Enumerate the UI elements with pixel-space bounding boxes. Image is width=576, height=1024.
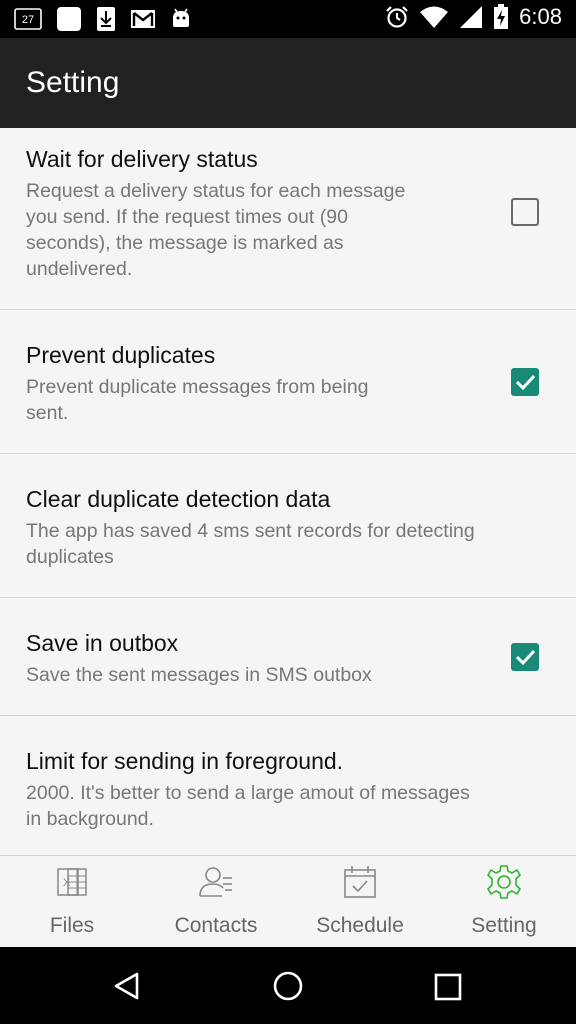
pref-prevent-duplicates[interactable]: Prevent duplicates Prevent duplicate mes… <box>0 310 576 454</box>
home-icon[interactable] <box>272 970 304 1002</box>
nav-label-files: Files <box>49 914 95 937</box>
recents-icon[interactable] <box>434 973 462 1001</box>
pref-summary: Request a delivery status for each messa… <box>26 178 405 282</box>
summary-line: Save the sent messages in SMS outbox <box>26 664 372 686</box>
status-time: 6:08 <box>519 4 562 29</box>
svg-text:X: X <box>63 877 71 889</box>
notification-count-icon: 27 <box>14 8 42 30</box>
page-title: Setting <box>26 66 120 99</box>
summary-line: Prevent duplicate messages from being <box>26 376 369 398</box>
summary-line: duplicates <box>26 546 114 568</box>
pref-wait-delivery-status[interactable]: Wait for delivery status Request a deliv… <box>0 128 576 310</box>
save-outbox-checkbox[interactable] <box>511 643 539 671</box>
prevent-duplicates-checkbox[interactable] <box>511 368 539 396</box>
summary-line: undelivered. <box>26 258 133 280</box>
pref-save-in-outbox[interactable]: Save in outbox Save the sent messages in… <box>0 598 576 716</box>
pref-title: Wait for delivery status <box>26 146 258 172</box>
summary-line: you send. If the request times out (90 <box>26 206 348 228</box>
nav-label-schedule: Schedule <box>316 914 404 937</box>
nav-item-files[interactable]: X Files <box>0 856 144 948</box>
summary-line: 2000. It's better to send a large amout … <box>26 782 470 804</box>
summary-line: Request a delivery status for each messa… <box>26 180 406 202</box>
pref-title: Save in outbox <box>26 630 179 656</box>
contacts-icon <box>199 867 232 897</box>
alarm-icon <box>385 5 409 29</box>
checkmark-icon <box>515 649 536 666</box>
nav-label-contacts: Contacts <box>174 914 258 937</box>
notification-count: 27 <box>22 14 34 26</box>
calendar-check-icon <box>344 866 376 898</box>
status-bar: 27 6:08 <box>0 0 576 38</box>
android-icon <box>170 8 192 30</box>
summary-line: in background. <box>26 808 154 830</box>
gear-icon <box>487 865 521 899</box>
battery-charging-icon <box>493 4 509 30</box>
gmail-icon <box>130 9 156 29</box>
app-bar: Setting <box>0 38 576 128</box>
checkmark-icon <box>515 374 536 391</box>
pref-summary: The app has saved 4 sms sent records for… <box>26 518 475 570</box>
settings-list: Wait for delivery status Request a deliv… <box>0 128 576 855</box>
summary-line: seconds), the message is marked as <box>26 232 344 254</box>
summary-line: The app has saved 4 sms sent records for… <box>26 520 475 542</box>
pref-summary: Save the sent messages in SMS outbox <box>26 662 372 688</box>
square-notification-icon <box>56 6 82 32</box>
system-nav-bar <box>0 947 576 1024</box>
pref-clear-duplicate-data[interactable]: Clear duplicate detection data The app h… <box>0 454 576 598</box>
nav-item-contacts[interactable]: Contacts <box>144 856 288 948</box>
pref-summary: 2000. It's better to send a large amout … <box>26 780 470 832</box>
bottom-nav: X Files Contacts Schedule Setting <box>0 855 576 947</box>
nav-label-setting: Setting <box>471 914 537 937</box>
wait-delivery-checkbox[interactable] <box>511 198 539 226</box>
download-icon <box>96 6 116 32</box>
excel-file-icon: X <box>57 868 87 896</box>
nav-item-setting[interactable]: Setting <box>432 856 576 948</box>
pref-title: Limit for sending in foreground. <box>26 748 344 774</box>
pref-title: Clear duplicate detection data <box>26 486 331 512</box>
back-icon[interactable] <box>112 971 142 1001</box>
signal-icon <box>459 5 483 29</box>
summary-line: sent. <box>26 402 69 424</box>
wifi-icon <box>419 5 449 29</box>
nav-item-schedule[interactable]: Schedule <box>288 856 432 948</box>
pref-title: Prevent duplicates <box>26 342 216 368</box>
pref-limit-foreground[interactable]: Limit for sending in foreground. 2000. I… <box>0 716 576 855</box>
pref-summary: Prevent duplicate messages from being se… <box>26 374 369 426</box>
